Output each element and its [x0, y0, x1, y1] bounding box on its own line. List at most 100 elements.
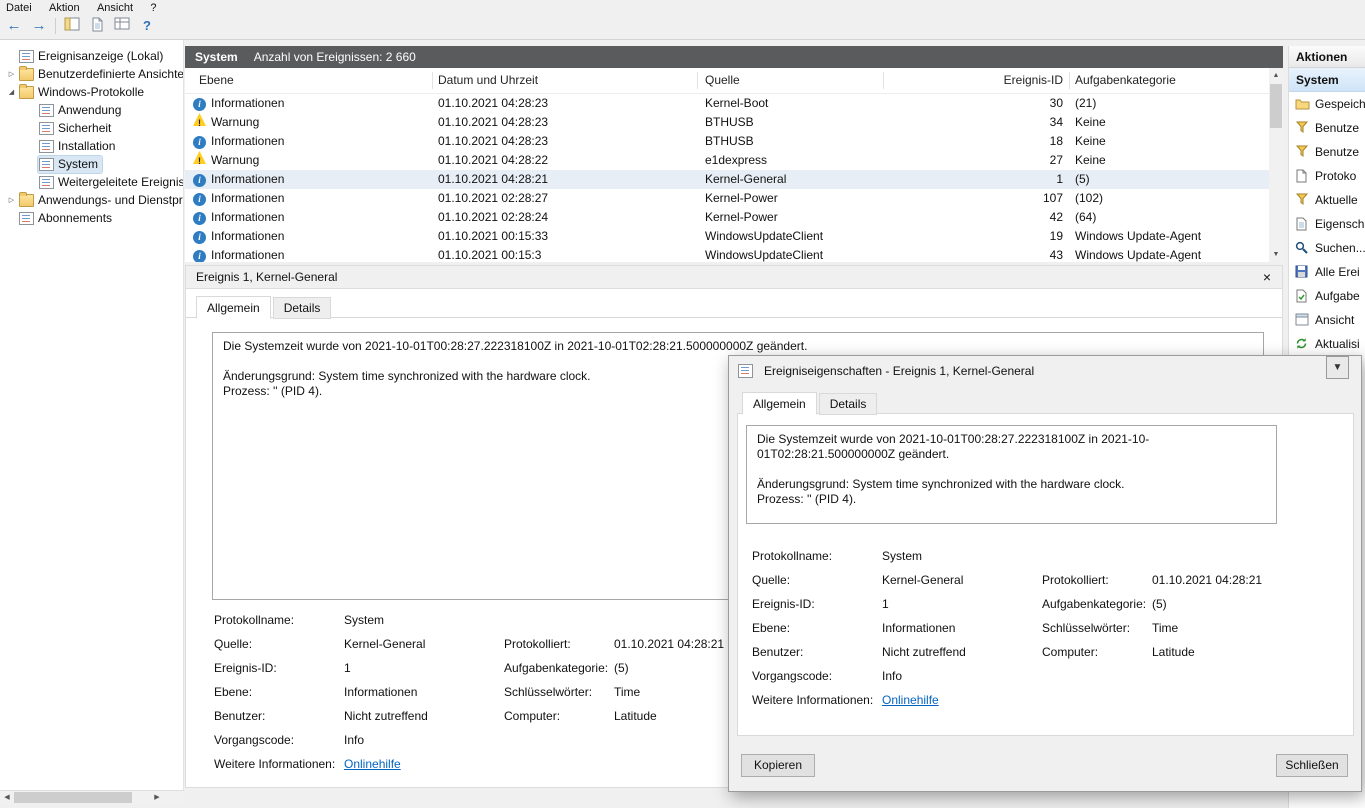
- information-icon: [193, 136, 206, 149]
- menu-help[interactable]: ?: [144, 2, 164, 13]
- dialog-title: Ereigniseigenschaften - Ereignis 1, Kern…: [764, 363, 1035, 378]
- close-button[interactable]: Schließen: [1276, 754, 1348, 777]
- tree-item-weitergeleitete-ereignisse[interactable]: Weitergeleitete Ereignisse: [0, 173, 183, 191]
- console-tree: Ereignisanzeige (Lokal) ▷ Benutzerdefini…: [0, 40, 184, 790]
- event-fields: Protokollname: System Quelle: Kernel-Gener…: [729, 544, 1361, 712]
- view-icon: [1295, 313, 1310, 327]
- scrollbar-thumb[interactable]: [14, 792, 132, 803]
- copy-button[interactable]: Kopieren: [741, 754, 815, 777]
- event-list-header: System Anzahl von Ereignissen: 2 660: [185, 46, 1283, 68]
- refresh-icon: [1295, 337, 1310, 351]
- export-list-icon[interactable]: [113, 17, 131, 35]
- tree-item-benutzerdefinierte-ansichten[interactable]: ▷ Benutzerdefinierte Ansichten: [0, 65, 183, 83]
- list-count: Anzahl von Ereignissen: 2 660: [253, 50, 416, 64]
- tree-item-windows-protokolle[interactable]: ◢ Windows-Protokolle: [0, 83, 183, 101]
- folder-icon: [19, 191, 34, 207]
- action-open-saved-log[interactable]: Gespeich: [1289, 92, 1365, 116]
- tree-item-ereignisanzeige[interactable]: Ereignisanzeige (Lokal): [0, 47, 183, 65]
- event-rows: Informationen 01.10.2021 04:28:23Kernel-…: [185, 94, 1269, 262]
- information-icon: [193, 250, 206, 262]
- save-icon: [1295, 265, 1310, 279]
- column-header-quelle[interactable]: Quelle: [705, 73, 740, 87]
- event-row[interactable]: Informationen 01.10.2021 02:28:24Kernel-…: [185, 208, 1269, 227]
- dialog-title-bar[interactable]: Ereigniseigenschaften - Ereignis 1, Kern…: [729, 356, 1361, 385]
- column-header-datum[interactable]: Datum und Uhrzeit: [438, 73, 538, 87]
- log-icon: [39, 139, 54, 153]
- information-icon: [193, 231, 206, 244]
- event-row[interactable]: Informationen 01.10.2021 00:15:3WindowsU…: [185, 246, 1269, 262]
- event-viewer-icon: [19, 49, 34, 63]
- action-filter-current-log[interactable]: Aktuelle: [1289, 188, 1365, 212]
- help-icon[interactable]: ?: [138, 17, 156, 35]
- column-header-aufgabenkategorie[interactable]: Aufgabenkategorie: [1075, 73, 1176, 87]
- actions-group-system[interactable]: System: [1289, 68, 1365, 92]
- search-icon: [1295, 241, 1310, 255]
- action-properties[interactable]: Eigensch: [1289, 212, 1365, 236]
- online-help-link[interactable]: Onlinehilfe: [882, 688, 939, 712]
- action-refresh[interactable]: Aktualisi: [1289, 332, 1365, 356]
- menu-datei[interactable]: Datei: [0, 2, 40, 13]
- event-row[interactable]: Informationen 01.10.2021 04:28:23BTHUSB1…: [185, 132, 1269, 151]
- menu-ansicht[interactable]: Ansicht: [91, 2, 141, 13]
- action-view-menu[interactable]: Ansicht: [1289, 308, 1365, 332]
- forward-icon[interactable]: →: [30, 17, 48, 35]
- scroll-up-icon[interactable]: ▲: [1269, 68, 1283, 83]
- event-row[interactable]: Informationen 01.10.2021 02:28:27Kernel-…: [185, 189, 1269, 208]
- action-import-custom-view[interactable]: Benutze: [1289, 140, 1365, 164]
- preview-tabs: Allgemein Details: [196, 293, 333, 319]
- subscriptions-icon: [19, 211, 34, 225]
- event-properties-icon: [738, 363, 753, 378]
- action-attach-task[interactable]: Aufgabe: [1289, 284, 1365, 308]
- back-icon[interactable]: ←: [5, 17, 23, 35]
- scroll-left-icon[interactable]: ◀: [0, 791, 14, 804]
- column-header-ebene[interactable]: Ebene: [199, 73, 234, 87]
- event-row[interactable]: Warnung 01.10.2021 04:28:23BTHUSB34Keine: [185, 113, 1269, 132]
- scroll-down-icon[interactable]: ▼: [1269, 247, 1283, 262]
- log-icon: [39, 121, 54, 135]
- tree-item-system[interactable]: System: [0, 154, 183, 174]
- tab-allgemein[interactable]: Allgemein: [196, 296, 271, 319]
- preview-title: Ereignis 1, Kernel-General: [196, 270, 338, 284]
- information-icon: [193, 174, 206, 187]
- tab-allgemein[interactable]: Allgemein: [742, 392, 817, 415]
- next-event-button[interactable]: ▼: [1326, 356, 1349, 379]
- information-icon: [193, 193, 206, 206]
- event-row[interactable]: Warnung 01.10.2021 04:28:22e1dexpress27K…: [185, 151, 1269, 170]
- twisty-expanded-icon[interactable]: ◢: [5, 88, 18, 96]
- event-row[interactable]: Informationen 01.10.2021 00:15:33Windows…: [185, 227, 1269, 246]
- event-description[interactable]: Die Systemzeit wurde von 2021-10-01T00:2…: [746, 425, 1277, 524]
- scrollbar-thumb[interactable]: [1270, 84, 1282, 128]
- log-icon: [39, 175, 54, 189]
- properties-icon[interactable]: [88, 17, 106, 35]
- folder-icon: [19, 83, 34, 99]
- menu-aktion[interactable]: Aktion: [43, 2, 88, 13]
- action-find[interactable]: Suchen...: [1289, 236, 1365, 260]
- tree-item-abonnements[interactable]: Abonnements: [0, 209, 183, 227]
- close-icon[interactable]: ×: [1258, 266, 1276, 288]
- twisty-collapsed-icon[interactable]: ▷: [5, 196, 18, 204]
- tree-item-sicherheit[interactable]: Sicherheit: [0, 119, 183, 137]
- online-help-link[interactable]: Onlinehilfe: [344, 752, 401, 776]
- folder-icon: [19, 65, 34, 81]
- twisty-collapsed-icon[interactable]: ▷: [5, 70, 18, 78]
- page-icon: [1295, 169, 1310, 183]
- tab-details[interactable]: Details: [272, 297, 332, 319]
- information-icon: [193, 98, 206, 111]
- tree-horizontal-scrollbar[interactable]: ◀ ▶: [0, 790, 184, 804]
- event-row-selected[interactable]: Informationen 01.10.2021 04:28:21Kernel-…: [185, 170, 1269, 189]
- list-title: System: [195, 50, 238, 64]
- scroll-right-icon[interactable]: ▶: [150, 791, 164, 804]
- event-row[interactable]: Informationen 01.10.2021 04:28:23Kernel-…: [185, 94, 1269, 113]
- warning-icon: [193, 113, 206, 126]
- show-console-tree-icon[interactable]: [63, 17, 81, 35]
- filter-icon: [1295, 193, 1310, 207]
- tree-item-anwendung[interactable]: Anwendung: [0, 101, 183, 119]
- tree-item-installation[interactable]: Installation: [0, 137, 183, 155]
- action-clear-log[interactable]: Protoko: [1289, 164, 1365, 188]
- action-create-custom-view[interactable]: Benutze: [1289, 116, 1365, 140]
- column-header-ereignis-id[interactable]: Ereignis-ID: [885, 73, 1063, 87]
- action-save-all-events[interactable]: Alle Erei: [1289, 260, 1365, 284]
- event-list-vertical-scrollbar[interactable]: ▲ ▼: [1269, 68, 1283, 262]
- tab-details[interactable]: Details: [818, 393, 878, 415]
- tree-item-anwendungs-und-dienstprotokolle[interactable]: ▷ Anwendungs- und Dienstpro: [0, 191, 183, 209]
